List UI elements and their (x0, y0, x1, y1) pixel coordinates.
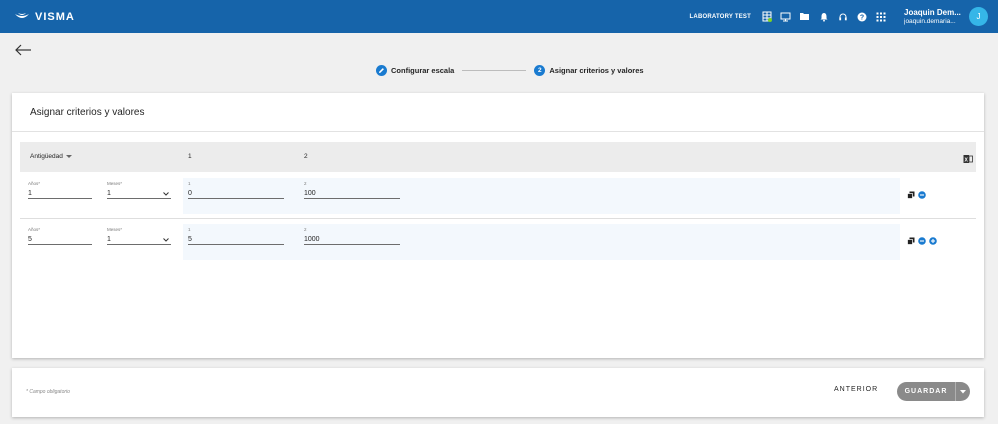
caret-down-icon (960, 389, 966, 393)
criteria-card: Asignar criterios y valores Antigüedad 1… (12, 93, 984, 358)
monitor-icon[interactable] (780, 11, 791, 22)
field-label: 1 (188, 227, 191, 232)
years-field[interactable]: Años* 5 (28, 227, 92, 245)
brand-name: VISMA (35, 10, 75, 23)
step-asignar-criterios[interactable]: 2 Asignar criterios y valores (534, 65, 644, 76)
value-2-field[interactable]: 2 1000 (304, 227, 400, 245)
footer-bar: * Campo obligatorio ANTERIOR GUARDAR (12, 368, 984, 417)
headset-icon[interactable] (837, 11, 848, 22)
divider (12, 131, 984, 132)
years-field[interactable]: Años* 1 (28, 181, 92, 199)
row-actions (907, 191, 929, 199)
values-highlight (183, 178, 900, 214)
copy-icon[interactable] (907, 191, 915, 199)
table-row: Años* 1 Meses* 1 1 0 2 100 (20, 178, 976, 220)
years-input[interactable]: 5 (28, 234, 92, 245)
visma-logo-icon (15, 12, 29, 18)
card-title: Asignar criterios y valores (30, 107, 145, 118)
field-label: Meses* (107, 227, 123, 232)
spreadsheet-icon[interactable] (761, 11, 772, 22)
save-options-button[interactable] (955, 382, 970, 401)
svg-text:?: ? (859, 14, 863, 21)
months-select[interactable]: Meses* 1 (107, 181, 171, 199)
months-value: 1 (107, 236, 111, 243)
folder-icon[interactable] (799, 11, 810, 22)
remove-circle-icon[interactable] (918, 191, 926, 199)
remove-circle-icon[interactable] (918, 237, 926, 245)
step-connector (462, 70, 527, 71)
months-select[interactable]: Meses* 1 (107, 227, 171, 245)
value-1-input[interactable]: 5 (188, 234, 284, 245)
top-bar: VISMA LABORATORY TEST ? Joaquin Dem... j… (0, 0, 998, 33)
column-header-antiguedad[interactable]: Antigüedad (30, 153, 72, 160)
table-row: Años* 5 Meses* 1 1 5 2 1000 (20, 224, 976, 266)
years-input[interactable]: 1 (28, 188, 92, 199)
previous-button[interactable]: ANTERIOR (834, 386, 878, 393)
value-1-input[interactable]: 0 (188, 188, 284, 199)
pencil-icon (376, 65, 387, 76)
value-2-field[interactable]: 2 100 (304, 181, 400, 199)
help-icon[interactable]: ? (856, 11, 867, 22)
avatar[interactable]: J (969, 7, 988, 26)
step-label: Asignar criterios y valores (549, 66, 644, 75)
table-header: Antigüedad 1 2 X (20, 142, 976, 172)
step-label: Configurar escala (391, 66, 455, 75)
user-name: Joaquin Dem... (904, 8, 961, 17)
column-header-1: 1 (188, 153, 192, 160)
field-label: Meses* (107, 181, 123, 186)
stepper: Configurar escala 2 Asignar criterios y … (376, 64, 644, 77)
copy-icon[interactable] (907, 237, 915, 245)
field-label: Años* (28, 181, 41, 186)
chevron-down-icon (163, 192, 169, 196)
value-2-input[interactable]: 100 (304, 188, 400, 199)
value-2-input[interactable]: 1000 (304, 234, 400, 245)
step-configurar-escala[interactable]: Configurar escala (376, 65, 454, 76)
value-1-field[interactable]: 1 5 (188, 227, 284, 245)
tenant-name[interactable]: LABORATORY TEST (690, 14, 751, 20)
value-1-field[interactable]: 1 0 (188, 181, 284, 199)
save-button-group: GUARDAR (897, 382, 970, 401)
months-value: 1 (107, 190, 111, 197)
user-email: joaquin.demaria... (904, 18, 956, 25)
sort-down-icon (65, 154, 72, 158)
field-label: 1 (188, 181, 191, 186)
required-note: * Campo obligatorio (26, 389, 70, 395)
add-circle-icon[interactable] (929, 237, 937, 245)
field-label: Años* (28, 227, 41, 232)
back-arrow-icon[interactable] (14, 43, 32, 57)
step-number: 2 (534, 65, 546, 76)
chevron-down-icon (163, 238, 169, 242)
column-header-label: Antigüedad (30, 153, 63, 160)
row-actions (907, 237, 940, 245)
field-label: 2 (304, 227, 307, 232)
field-label: 2 (304, 181, 307, 186)
excel-export-icon[interactable]: X (963, 151, 973, 163)
save-button[interactable]: GUARDAR (897, 382, 955, 401)
user-menu[interactable]: Joaquin Dem... joaquin.demaria... (904, 8, 964, 25)
row-divider (20, 218, 976, 219)
apps-grid-icon[interactable] (875, 11, 886, 22)
values-highlight (183, 224, 900, 260)
bell-icon[interactable] (818, 11, 829, 22)
visma-logo[interactable]: VISMA (14, 11, 75, 23)
column-header-2: 2 (304, 153, 308, 160)
